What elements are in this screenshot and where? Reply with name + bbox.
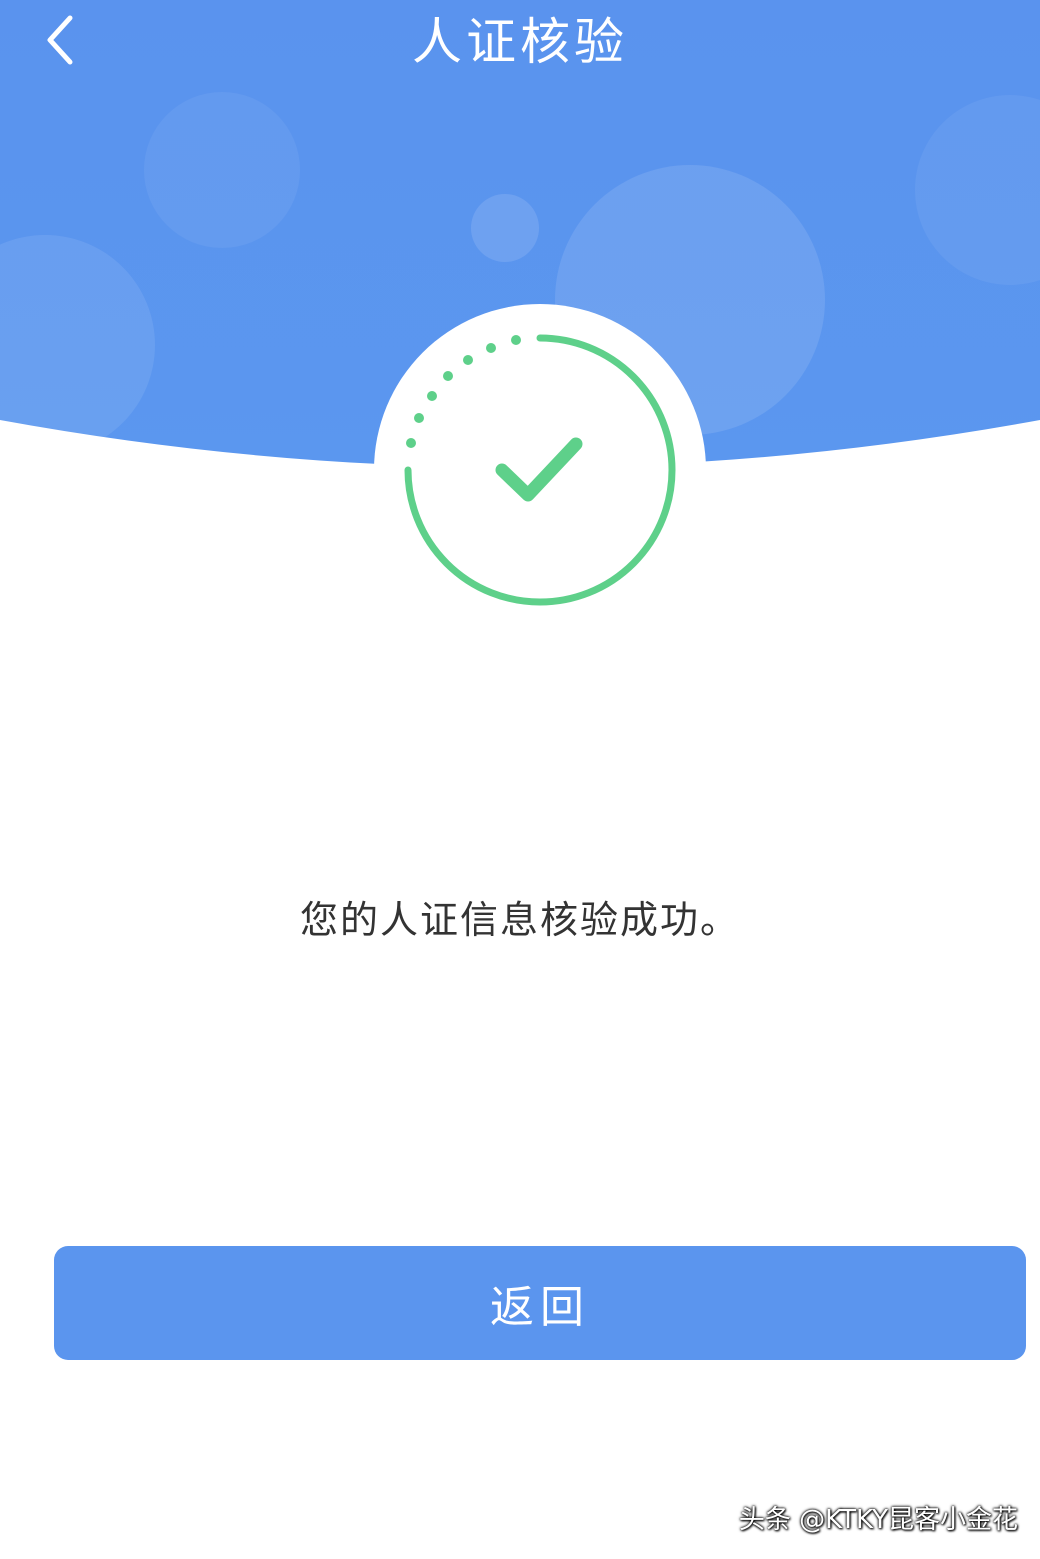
watermark: 头条 @KTKY昆客小金花	[738, 1505, 1018, 1535]
nav-bar: 人证核验	[0, 0, 1040, 90]
page-title: 人证核验	[412, 13, 628, 71]
return-button-label: 返回	[490, 1282, 590, 1333]
decorative-bubble	[471, 194, 539, 262]
success-message: 您的人证信息核验成功。	[299, 898, 740, 942]
decorative-bubble	[144, 92, 300, 248]
checkmark-circle-icon	[374, 304, 706, 636]
success-indicator	[370, 300, 710, 640]
return-button[interactable]: 返回	[54, 1246, 1026, 1360]
